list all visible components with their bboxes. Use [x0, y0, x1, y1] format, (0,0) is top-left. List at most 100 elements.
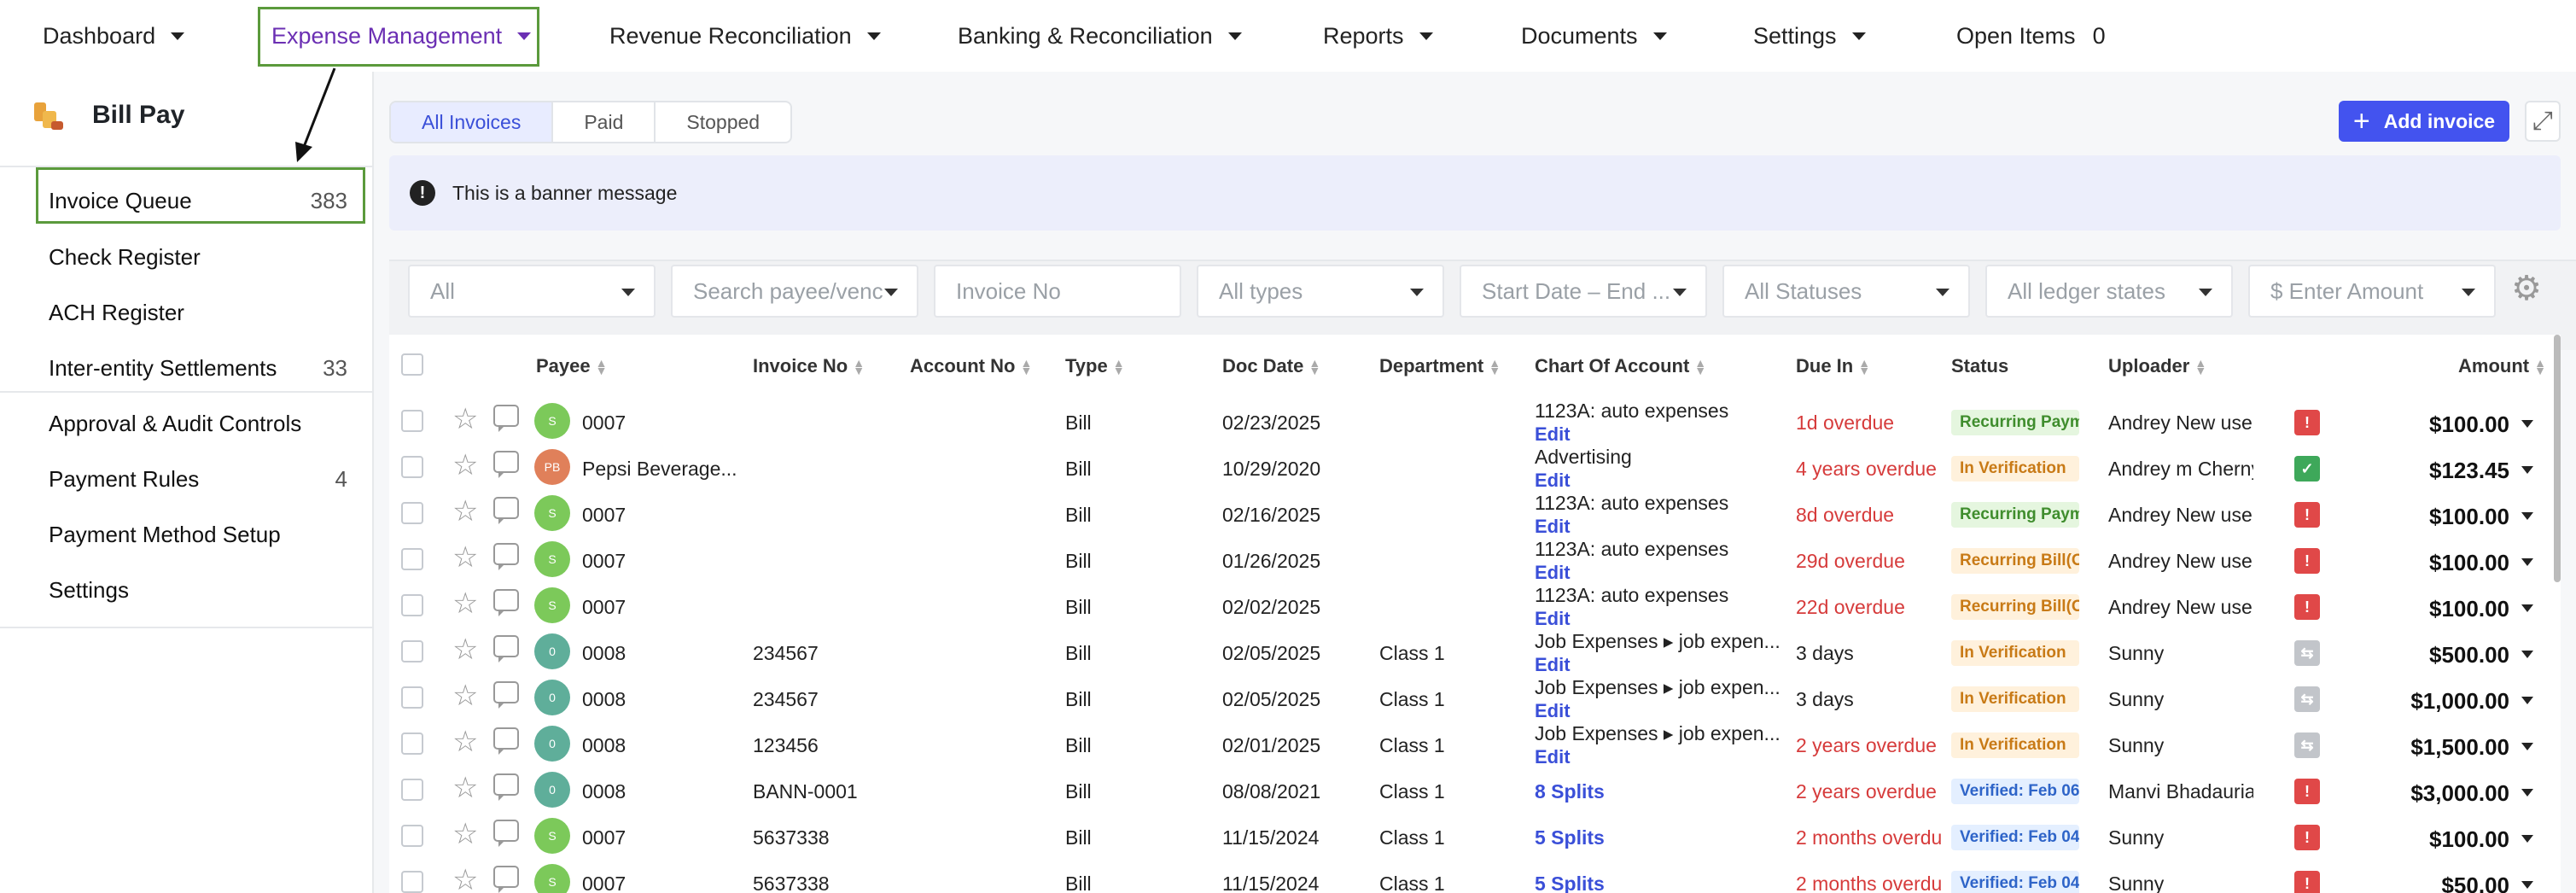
column-department[interactable]: Department ▲ ▼: [1379, 355, 1501, 377]
row-checkbox[interactable]: [401, 410, 423, 432]
comment-icon[interactable]: [493, 497, 519, 524]
sidebar-item-settings[interactable]: Settings: [49, 577, 347, 604]
row-checkbox[interactable]: [401, 871, 423, 893]
star-icon[interactable]: ☆: [452, 451, 478, 480]
chevron-down-icon[interactable]: [2521, 697, 2533, 704]
edit-link[interactable]: Edit: [1535, 746, 1571, 768]
column-status[interactable]: Status: [1951, 355, 2008, 377]
comment-icon[interactable]: [493, 820, 519, 847]
chevron-down-icon[interactable]: [2521, 881, 2533, 889]
chevron-down-icon[interactable]: [2521, 558, 2533, 566]
table-row[interactable]: ☆ 0 0008 234567 Bill 02/05/2025 Class 1 Job Exp…: [389, 676, 2561, 724]
ledger-state-icon[interactable]: !: [2294, 594, 2320, 620]
ledger-state-icon[interactable]: ⇆: [2294, 640, 2320, 666]
table-row[interactable]: ☆ S 0007 5637338 Bill 11/15/2024 Class 1 5 Spli…: [389, 816, 2561, 862]
invoice-no-input[interactable]: Invoice No: [934, 265, 1181, 318]
edit-link[interactable]: Edit: [1535, 423, 1571, 446]
edit-link[interactable]: Edit: [1535, 562, 1571, 584]
comment-icon[interactable]: [493, 405, 519, 432]
comment-icon[interactable]: [493, 681, 519, 709]
edit-link[interactable]: Edit: [1535, 654, 1571, 676]
chevron-down-icon[interactable]: [2521, 466, 2533, 474]
nav-documents[interactable]: Documents: [1521, 0, 1667, 72]
tab-paid[interactable]: Paid: [553, 102, 656, 142]
chevron-down-icon[interactable]: [2521, 789, 2533, 797]
star-icon[interactable]: ☆: [452, 497, 478, 526]
scrollbar[interactable]: [2554, 335, 2561, 582]
comment-icon[interactable]: [493, 773, 519, 801]
sidebar-item-check-register[interactable]: Check Register: [49, 244, 347, 271]
table-row[interactable]: ☆ S 0007 Bill 02/02/2025 1123A: auto expenses…: [389, 584, 2561, 632]
star-icon[interactable]: ☆: [452, 635, 478, 664]
ledger-state-icon[interactable]: !: [2294, 779, 2320, 804]
ledger-state-icon[interactable]: !: [2294, 502, 2320, 528]
column-invoice-no[interactable]: Invoice No ▲ ▼: [753, 355, 865, 377]
nav-banking-reconciliation[interactable]: Banking & Reconciliation: [958, 0, 1242, 72]
add-invoice-button[interactable]: + Add invoice: [2339, 101, 2509, 142]
splits-link[interactable]: 8 Splits: [1535, 780, 1605, 803]
table-row[interactable]: ☆ 0 0008 234567 Bill 02/05/2025 Class 1 Job Exp…: [389, 630, 2561, 678]
table-row[interactable]: ☆ S 0007 Bill 02/16/2025 1123A: auto expenses…: [389, 492, 2561, 540]
column-chart-of-account[interactable]: Chart Of Account ▲ ▼: [1535, 355, 1706, 377]
edit-link[interactable]: Edit: [1535, 516, 1571, 538]
sidebar-item-payment-rules[interactable]: Payment Rules 4: [49, 466, 347, 493]
table-row[interactable]: ☆ S 0007 5637338 Bill 11/15/2024 Class 1 5 Spli…: [389, 862, 2561, 893]
column-due-in[interactable]: Due In ▲ ▼: [1796, 355, 1870, 377]
row-checkbox[interactable]: [401, 640, 423, 662]
chevron-down-icon[interactable]: [2521, 420, 2533, 428]
nav-revenue-reconciliation[interactable]: Revenue Reconciliation: [609, 0, 881, 72]
amount-filter-input[interactable]: $ Enter Amount: [2248, 265, 2496, 318]
column-amount[interactable]: Amount ▲ ▼: [2458, 355, 2546, 377]
payee-cell[interactable]: 0008: [582, 688, 744, 711]
star-icon[interactable]: ☆: [452, 543, 478, 572]
star-icon[interactable]: ☆: [452, 405, 478, 434]
table-row[interactable]: ☆ S 0007 Bill 01/26/2025 1123A: auto expenses…: [389, 538, 2561, 586]
table-row[interactable]: ☆ PB Pepsi Beverage... Bill 10/29/2020 Advert…: [389, 446, 2561, 493]
ledger-state-icon[interactable]: ✓: [2294, 456, 2320, 482]
expand-icon[interactable]: ⤢: [2525, 101, 2561, 142]
tab-all-invoices[interactable]: All Invoices: [391, 102, 554, 142]
column-doc-date[interactable]: Doc Date ▲ ▼: [1222, 355, 1320, 377]
column-type[interactable]: Type ▲ ▼: [1065, 355, 1125, 377]
nav-open-items[interactable]: Open Items 0: [1956, 0, 2106, 72]
row-checkbox[interactable]: [401, 686, 423, 709]
comment-icon[interactable]: [493, 451, 519, 478]
column-payee[interactable]: Payee ▲ ▼: [536, 355, 607, 377]
sidebar-item-payment-method-setup[interactable]: Payment Method Setup: [49, 522, 347, 548]
comment-icon[interactable]: [493, 589, 519, 616]
payee-cell[interactable]: Pepsi Beverage...: [582, 458, 744, 481]
column-uploader[interactable]: Uploader ▲ ▼: [2108, 355, 2206, 377]
star-icon[interactable]: ☆: [452, 589, 478, 618]
payee-cell[interactable]: 0007: [582, 550, 744, 573]
comment-icon[interactable]: [493, 727, 519, 755]
tab-stopped[interactable]: Stopped: [656, 102, 790, 142]
type-filter-select[interactable]: All types: [1197, 265, 1444, 318]
ledger-state-icon[interactable]: ⇆: [2294, 686, 2320, 712]
payee-cell[interactable]: 0007: [582, 873, 744, 893]
column-account-no[interactable]: Account No ▲ ▼: [910, 355, 1032, 377]
star-icon[interactable]: ☆: [452, 773, 478, 803]
ledger-state-icon[interactable]: !: [2294, 871, 2320, 893]
payee-cell[interactable]: 0008: [582, 780, 744, 803]
ledger-state-icon[interactable]: !: [2294, 410, 2320, 435]
table-row[interactable]: ☆ 0 0008 BANN-0001 Bill 08/08/2021 Class 1 8 Sp…: [389, 770, 2561, 816]
table-row[interactable]: ☆ S 0007 Bill 02/23/2025 1123A: auto expenses…: [389, 400, 2561, 447]
star-icon[interactable]: ☆: [452, 727, 478, 756]
nav-settings[interactable]: Settings: [1753, 0, 1866, 72]
date-range-input[interactable]: Start Date – End ...: [1460, 265, 1707, 318]
row-checkbox[interactable]: [401, 502, 423, 524]
gear-icon[interactable]: ⚙: [2508, 270, 2545, 307]
payee-filter-select[interactable]: All: [408, 265, 656, 318]
ledger-state-icon[interactable]: !: [2294, 548, 2320, 574]
splits-link[interactable]: 5 Splits: [1535, 826, 1605, 849]
ledger-state-icon[interactable]: !: [2294, 825, 2320, 850]
payee-cell[interactable]: 0007: [582, 411, 744, 435]
chevron-down-icon[interactable]: [2521, 651, 2533, 658]
ledger-state-filter-select[interactable]: All ledger states: [1985, 265, 2233, 318]
payee-cell[interactable]: 0008: [582, 734, 744, 757]
chevron-down-icon[interactable]: [2521, 835, 2533, 843]
table-row[interactable]: ☆ 0 0008 123456 Bill 02/01/2025 Class 1 Job Exp…: [389, 722, 2561, 770]
splits-link[interactable]: 5 Splits: [1535, 873, 1605, 893]
select-all-checkbox[interactable]: [401, 353, 423, 376]
search-payee-input[interactable]: Search payee/venc: [671, 265, 918, 318]
